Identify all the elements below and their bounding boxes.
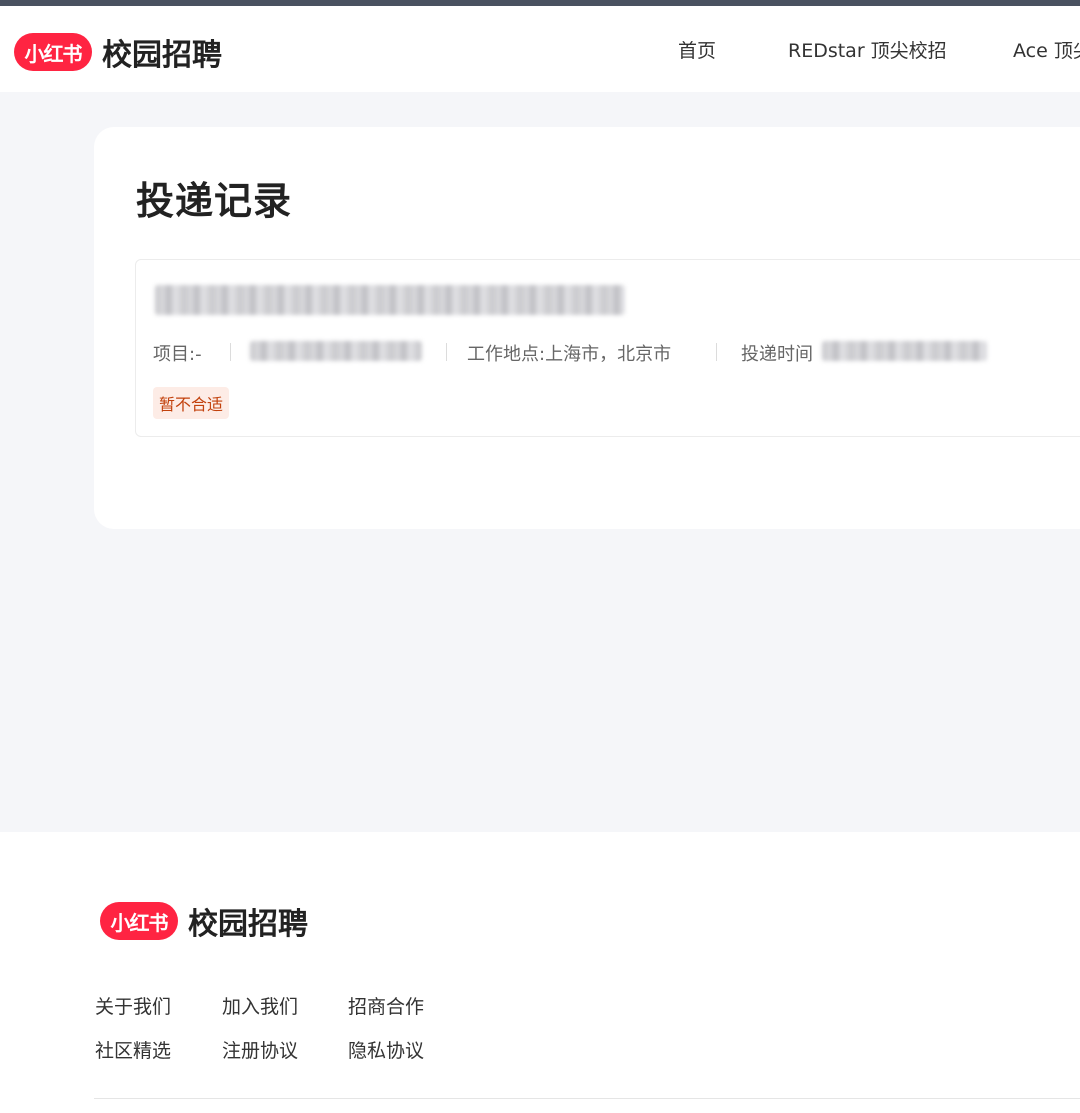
meta-divider [716, 343, 717, 361]
footer-link-join[interactable]: 加入我们 [222, 992, 298, 1019]
brand-logo-text: 校园招聘 [102, 38, 222, 73]
redacted-position-title [155, 285, 625, 315]
nav-home[interactable]: 首页 [678, 6, 716, 92]
status-badge: 暂不合适 [153, 387, 230, 419]
record-project: 项目:- [153, 344, 202, 365]
footer-logo[interactable]: 小红书 校园招聘 [100, 899, 308, 943]
footer-link-business[interactable]: 招商合作 [348, 992, 424, 1019]
footer-link-about[interactable]: 关于我们 [95, 992, 171, 1019]
redacted-project-detail [250, 341, 422, 361]
footer-link-privacy[interactable]: 隐私协议 [348, 1036, 424, 1063]
brand-logo-badge: 小红书 [14, 33, 92, 71]
record-location: 工作地点:上海市，北京市 [467, 344, 672, 365]
footer-brand-logo-badge: 小红书 [100, 902, 178, 940]
record-submit-time-label: 投递时间 [741, 344, 813, 365]
meta-divider [230, 343, 231, 361]
nav-ace[interactable]: Ace 顶尖 [1013, 6, 1080, 92]
page-title: 投递记录 [136, 179, 293, 223]
site-header: 小红书 校园招聘 首页 REDstar 顶尖校招 Ace 顶尖 [0, 6, 1080, 92]
header-logo[interactable]: 小红书 校园招聘 [14, 30, 222, 74]
redacted-submit-time [822, 341, 987, 361]
footer-divider [94, 1098, 1080, 1099]
footer-brand-logo-text: 校园招聘 [188, 907, 308, 942]
footer-link-terms[interactable]: 注册协议 [222, 1036, 298, 1063]
footer-link-community[interactable]: 社区精选 [95, 1036, 171, 1063]
meta-divider [446, 343, 447, 361]
nav-redstar[interactable]: REDstar 顶尖校招 [788, 6, 947, 92]
